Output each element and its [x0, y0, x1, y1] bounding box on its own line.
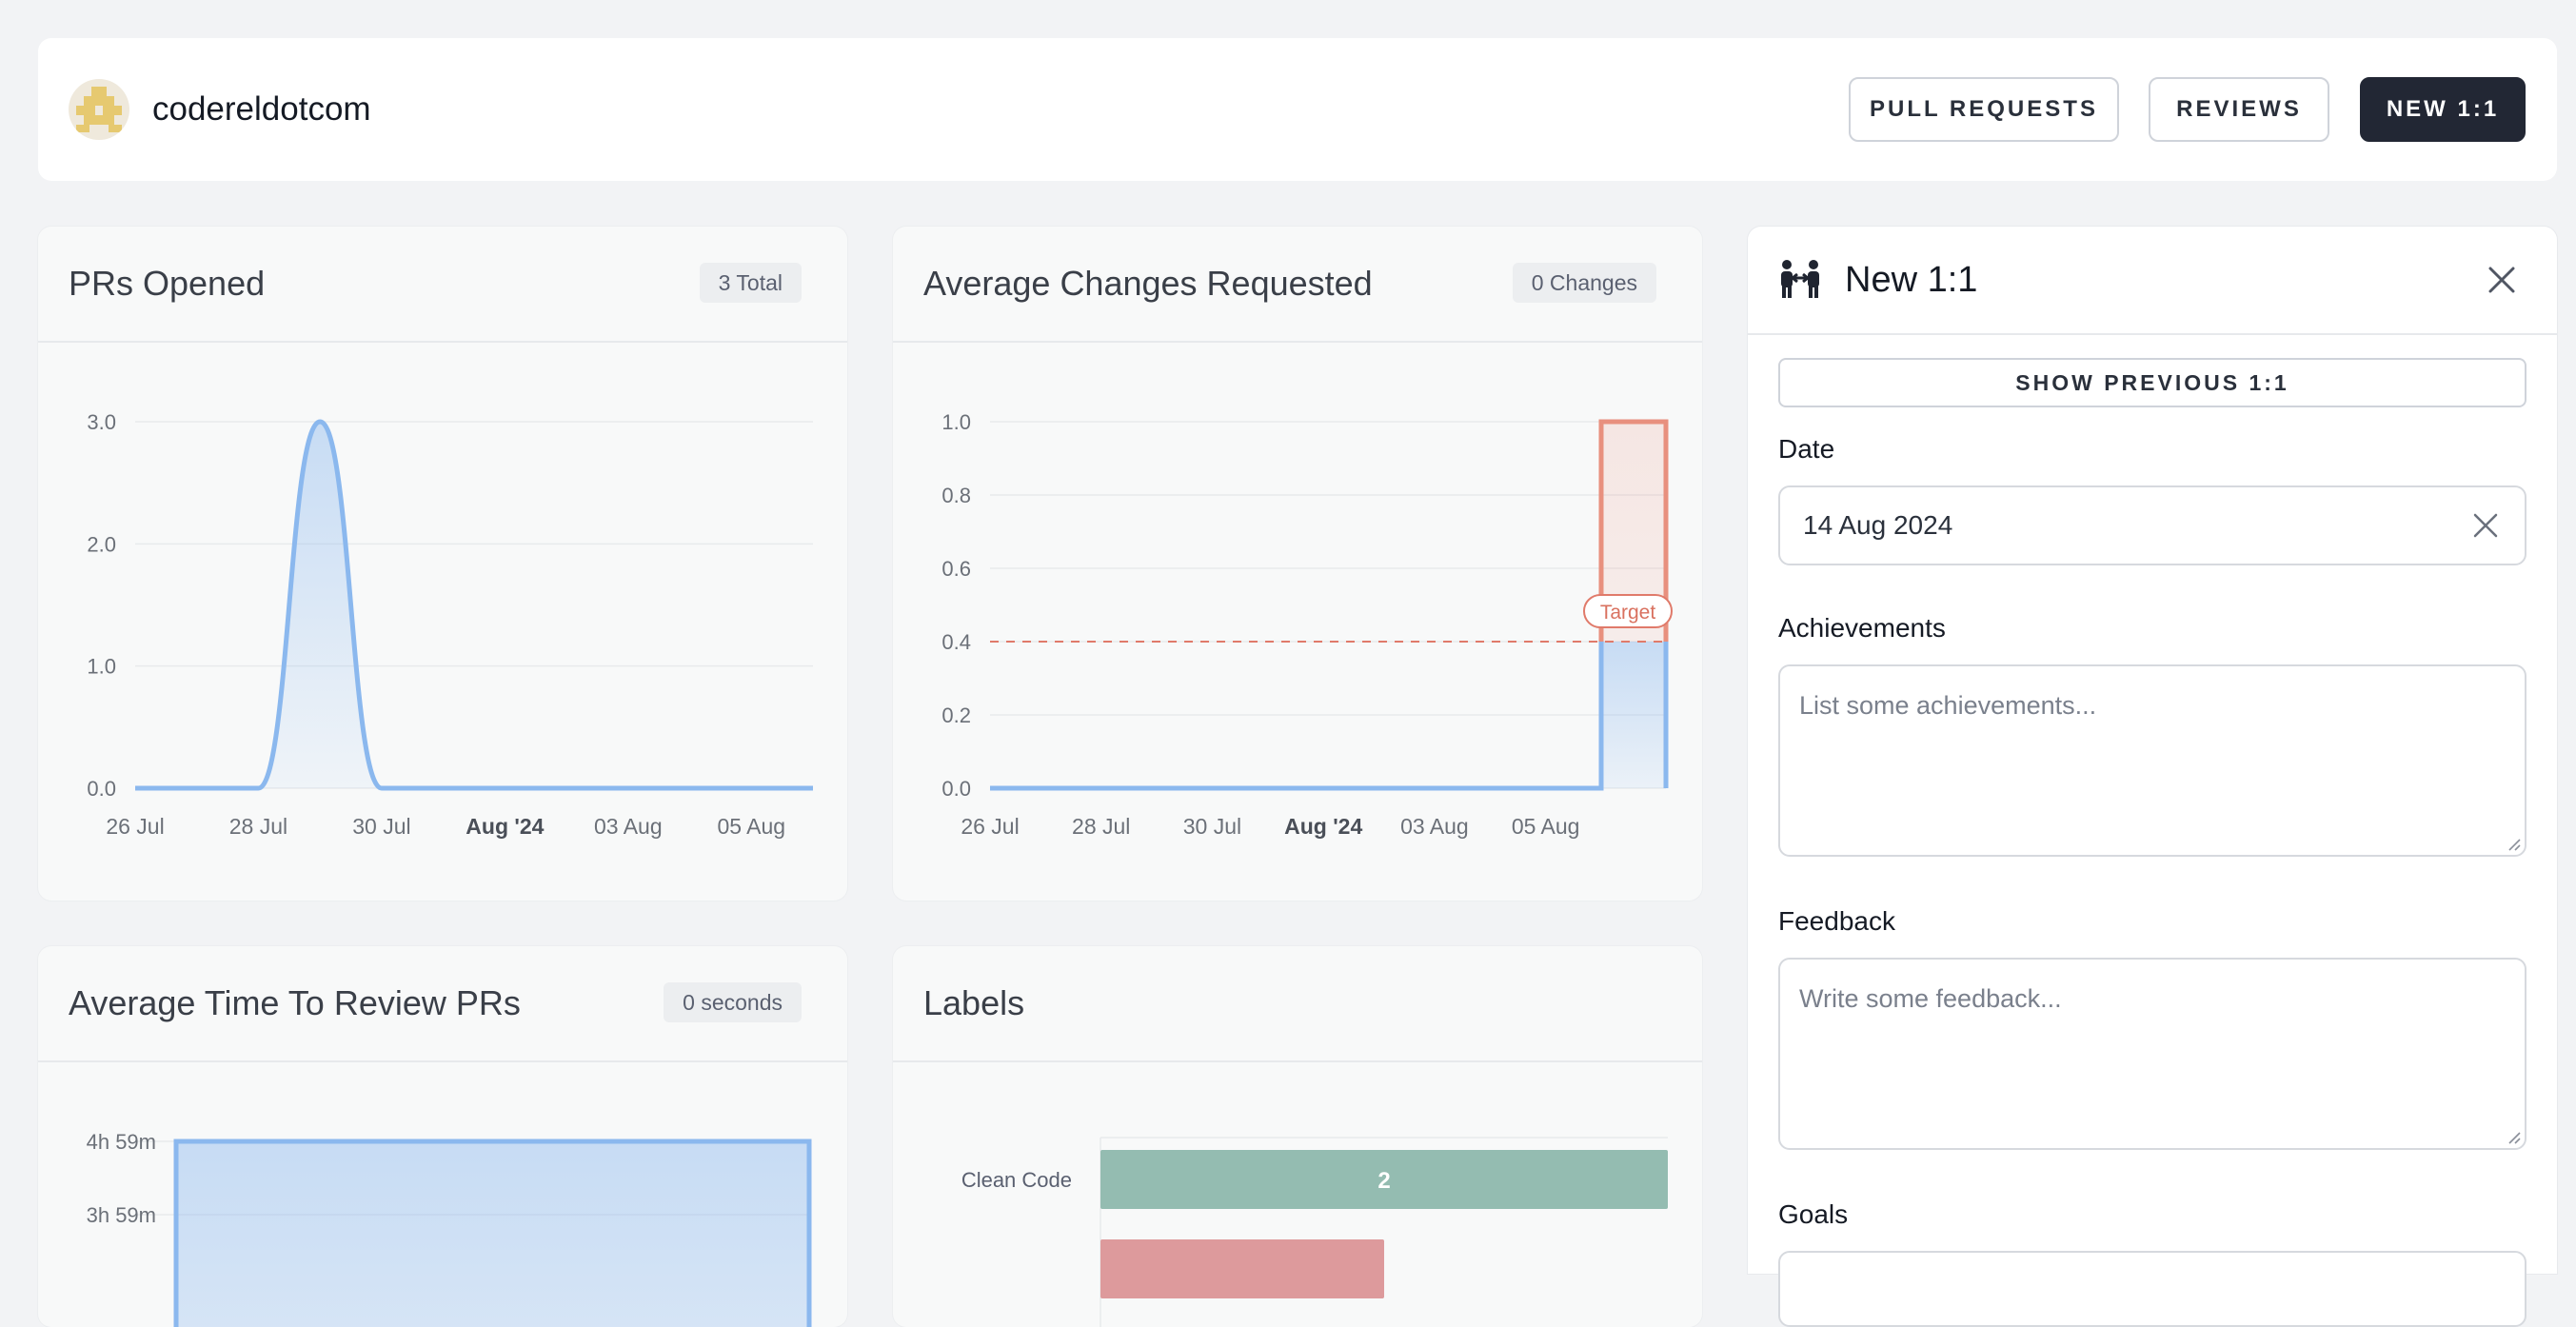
- y-tick-label: 0.6: [941, 557, 971, 581]
- changes-badge: 0 Changes: [1512, 263, 1656, 303]
- show-previous-button[interactable]: SHOW PREVIOUS 1:1: [1778, 358, 2526, 407]
- y-tick-label: 3h 59m: [87, 1203, 156, 1227]
- avg-changes-card: Average Changes Requested 0 Changes 0.0 0…: [893, 227, 1702, 901]
- y-tick-label: 4h 59m: [87, 1130, 156, 1154]
- card-title: Labels: [923, 983, 1025, 1022]
- card-title: PRs Opened: [69, 264, 266, 303]
- date-value: 14 Aug 2024: [1803, 510, 1953, 540]
- category-label: Clean Code: [961, 1168, 1072, 1192]
- resize-handle-icon[interactable]: [2506, 836, 2521, 851]
- card-header: Labels: [893, 946, 1702, 1062]
- x-tick-label: 26 Jul: [961, 814, 1019, 839]
- panel-title: New 1:1: [1845, 260, 1978, 300]
- feedback-label: Feedback: [1778, 906, 1895, 936]
- new-one-on-one-panel: New 1:1 SHOW PREVIOUS 1:1 Date 14 Aug 20…: [1748, 227, 2557, 1327]
- panel-header: New 1:1: [1748, 227, 2557, 335]
- y-tick-label: 0.4: [941, 630, 971, 654]
- seconds-badge: 0 seconds: [664, 982, 802, 1022]
- y-tick-label: 1.0: [941, 410, 971, 434]
- y-tick-label: 1.0: [87, 655, 116, 679]
- y-tick-label: 2.0: [87, 532, 116, 556]
- pull-requests-button[interactable]: PULL REQUESTS: [1849, 77, 2119, 142]
- total-badge: 3 Total: [699, 263, 802, 303]
- x-tick-label: 26 Jul: [106, 814, 164, 839]
- reviews-button[interactable]: REVIEWS: [2149, 77, 2329, 142]
- below-target-area: [1601, 642, 1666, 788]
- avg-review-time-card: Average Time To Review PRs 0 seconds 4h …: [38, 946, 847, 1327]
- card-header: PRs Opened 3 Total: [38, 227, 847, 343]
- clear-date-icon[interactable]: [2473, 513, 2498, 543]
- x-tick-label: 05 Aug: [1512, 814, 1580, 839]
- card-header: Average Time To Review PRs 0 seconds: [38, 946, 847, 1062]
- avatar[interactable]: [69, 79, 129, 140]
- prs-opened-card: PRs Opened 3 Total 0.0 1.0 2.0 3.0 26 Jul 28 …: [38, 227, 847, 901]
- card-title: Average Time To Review PRs: [69, 983, 521, 1022]
- feedback-placeholder: Write some feedback...: [1799, 984, 2062, 1013]
- username: codereldotcom: [152, 90, 371, 128]
- y-tick-label: 0.0: [941, 777, 971, 801]
- feedback-textarea[interactable]: Write some feedback...: [1778, 958, 2526, 1150]
- x-tick-label: 03 Aug: [1400, 814, 1469, 839]
- series-line: [135, 419, 813, 791]
- new-one-on-one-button[interactable]: NEW 1:1: [2360, 77, 2526, 142]
- labels-card: Labels Clean Code 2: [893, 946, 1702, 1327]
- labels-chart[interactable]: Clean Code 2: [893, 1060, 1702, 1327]
- y-tick-label: 0.2: [941, 703, 971, 727]
- target-label: Target: [1600, 602, 1656, 624]
- bar-value-label: 2: [1377, 1168, 1390, 1194]
- x-tick-label: 30 Jul: [352, 814, 410, 839]
- achievements-textarea[interactable]: List some achievements...: [1778, 664, 2526, 857]
- series-area: [135, 422, 813, 788]
- card-header: Average Changes Requested 0 Changes: [893, 227, 1702, 343]
- x-tick-label: Aug '24: [466, 814, 544, 839]
- achievements-label: Achievements: [1778, 613, 1946, 643]
- x-tick-label: 30 Jul: [1183, 814, 1241, 839]
- goals-label: Goals: [1778, 1199, 1849, 1229]
- resize-handle-icon[interactable]: [2506, 1129, 2521, 1144]
- x-tick-label: 03 Aug: [594, 814, 663, 839]
- prs-opened-chart[interactable]: 0.0 1.0 2.0 3.0 26 Jul 28 Jul 30 Jul Aug '24 03 …: [38, 341, 847, 901]
- avg-changes-chart[interactable]: 0.0 0.2 0.4 0.6 0.8 1.0 Target 26 Jul 28 Jul 30 J…: [893, 341, 1702, 901]
- card-title: Average Changes Requested: [923, 264, 1373, 303]
- date-field[interactable]: 14 Aug 2024: [1778, 485, 2526, 565]
- date-label: Date: [1778, 434, 1835, 464]
- x-tick-label: 28 Jul: [229, 814, 287, 839]
- y-tick-label: 0.0: [87, 777, 116, 801]
- avg-review-time-chart[interactable]: 4h 59m 3h 59m: [38, 1060, 847, 1327]
- top-bar: codereldotcom PULL REQUESTS REVIEWS NEW …: [38, 38, 2557, 181]
- people-meeting-icon: [1778, 259, 1822, 304]
- x-tick-label: 05 Aug: [717, 814, 785, 839]
- y-tick-label: 3.0: [87, 410, 116, 434]
- x-tick-label: 28 Jul: [1072, 814, 1130, 839]
- goals-textarea[interactable]: [1778, 1251, 2526, 1327]
- label-bar: [1100, 1239, 1384, 1298]
- achievements-placeholder: List some achievements...: [1799, 691, 2097, 720]
- series-area: [176, 1141, 809, 1327]
- close-icon[interactable]: [2488, 267, 2515, 298]
- y-tick-label: 0.8: [941, 484, 971, 507]
- x-tick-label: Aug '24: [1284, 814, 1362, 839]
